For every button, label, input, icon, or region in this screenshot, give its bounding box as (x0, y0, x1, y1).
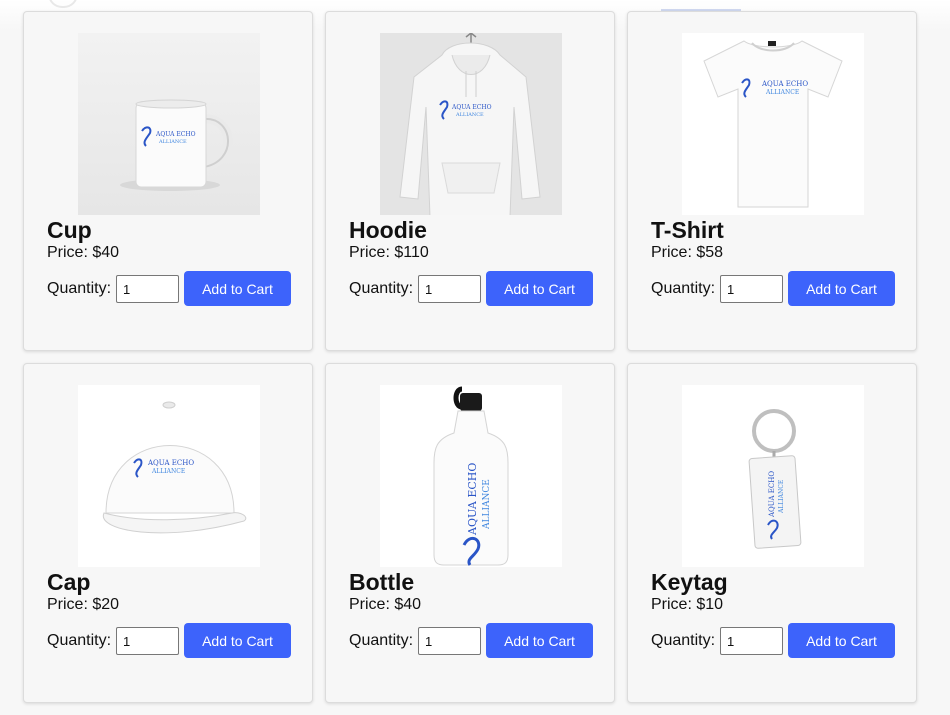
add-to-cart-button[interactable]: Add to Cart (788, 271, 895, 306)
add-to-cart-button[interactable]: Add to Cart (184, 623, 291, 658)
quantity-input[interactable] (116, 275, 179, 303)
quantity-label: Quantity: (651, 280, 716, 297)
brand-line1: AQUA ECHO (761, 80, 808, 88)
product-name: Bottle (349, 569, 415, 595)
quantity-input[interactable] (418, 275, 481, 303)
product-card-cap: AQUA ECHO ALLIANCE Cap Price: $20 Quanti… (23, 363, 313, 703)
quantity-label: Quantity: (349, 280, 414, 297)
quantity-label: Quantity: (349, 632, 414, 649)
product-name: Cap (47, 569, 91, 595)
add-to-cart-button[interactable]: Add to Cart (486, 623, 593, 658)
add-to-cart-button[interactable]: Add to Cart (184, 271, 291, 306)
quantity-label: Quantity: (651, 632, 716, 649)
product-card-hoodie: AQUA ECHO ALLIANCE Hoodie Price: $110 Qu… (325, 11, 615, 351)
product-price: Price: $110 (349, 244, 429, 261)
quantity-input[interactable] (720, 627, 783, 655)
keytag-icon: AQUA ECHO ALLIANCE (682, 385, 864, 567)
product-name: Cup (47, 217, 92, 243)
product-price: Price: $10 (651, 596, 724, 613)
quantity-input[interactable] (720, 275, 783, 303)
brand-line2: ALLIANCE (151, 468, 185, 475)
brand-line2: ALLIANCE (778, 480, 785, 514)
add-to-cart-button[interactable]: Add to Cart (788, 623, 895, 658)
brand-line1: AQUA ECHO (155, 131, 196, 138)
product-name: Hoodie (349, 217, 427, 243)
product-card-cup: AQUA ECHO ALLIANCE Cup Price: $40 Quanti… (23, 11, 313, 351)
add-to-cart-button[interactable]: Add to Cart (486, 271, 593, 306)
mug-icon: AQUA ECHO ALLIANCE (78, 33, 260, 215)
brand-line2: ALLIANCE (765, 89, 799, 96)
brand-line1: AQUA ECHO (147, 459, 194, 467)
brand-line1: AQUA ECHO (768, 471, 776, 518)
tshirt-icon: AQUA ECHO ALLIANCE (682, 33, 864, 215)
product-name: Keytag (651, 569, 728, 595)
brand-line2: ALLIANCE (158, 139, 187, 145)
brand-line2: ALLIANCE (482, 479, 492, 530)
quantity-label: Quantity: (47, 280, 112, 297)
product-name: T-Shirt (651, 217, 724, 243)
quantity-input[interactable] (116, 627, 179, 655)
product-price: Price: $40 (47, 244, 120, 261)
brand-line1: AQUA ECHO (466, 463, 479, 536)
product-price: Price: $20 (47, 596, 120, 613)
brand-line2: ALLIANCE (455, 112, 484, 118)
product-price: Price: $58 (651, 244, 724, 261)
product-card-bottle: AQUA ECHO ALLIANCE Bottle Price: $40 Qua… (325, 363, 615, 703)
brand-line1: AQUA ECHO (451, 104, 492, 111)
product-price: Price: $40 (349, 596, 422, 613)
quantity-input[interactable] (418, 627, 481, 655)
product-card-tshirt: AQUA ECHO ALLIANCE T-Shirt Price: $58 Qu… (627, 11, 917, 351)
cap-icon: AQUA ECHO ALLIANCE (78, 385, 260, 567)
bottle-icon: AQUA ECHO ALLIANCE (380, 385, 562, 567)
header-logo-fragment (48, 0, 78, 8)
product-card-keytag: AQUA ECHO ALLIANCE Keytag Price: $10 Qua… (627, 363, 917, 703)
quantity-label: Quantity: (47, 632, 112, 649)
hoodie-icon: AQUA ECHO ALLIANCE (380, 33, 562, 215)
